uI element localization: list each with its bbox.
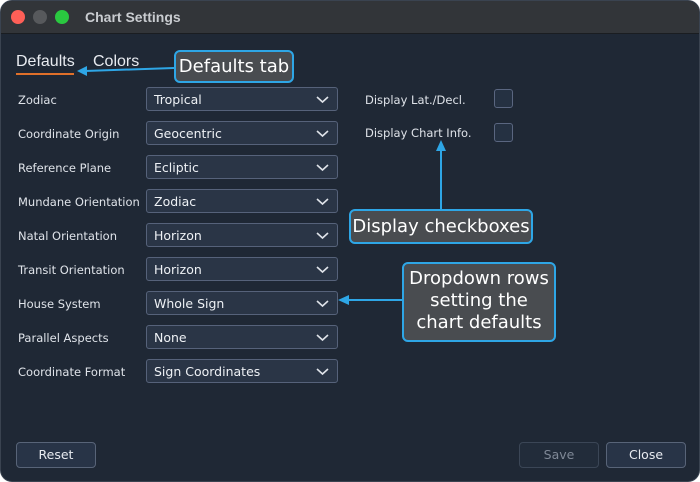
display-lat-decl-label: Display Lat./Decl. (365, 93, 466, 107)
maximize-window-button[interactable] (55, 10, 69, 24)
mundane-orientation-dropdown[interactable]: Zodiac (146, 189, 338, 213)
coordinate-origin-label: Coordinate Origin (18, 127, 120, 141)
reference-plane-label: Reference Plane (18, 161, 112, 175)
close-button[interactable]: Close (606, 442, 686, 468)
title-bar: Chart Settings (1, 1, 699, 34)
chevron-down-icon (316, 300, 329, 308)
natal-orientation-dropdown[interactable]: Horizon (146, 223, 338, 247)
parallel-aspects-value: None (154, 330, 187, 345)
callout-line: setting the (430, 290, 528, 311)
zodiac-label: Zodiac (18, 93, 57, 107)
parallel-aspects-label: Parallel Aspects (18, 331, 109, 345)
save-button[interactable]: Save (519, 442, 599, 468)
chevron-down-icon (316, 96, 329, 104)
zodiac-value: Tropical (154, 92, 202, 107)
mundane-orientation-value: Zodiac (154, 194, 197, 209)
transit-orientation-value: Horizon (154, 262, 202, 277)
parallel-aspects-dropdown[interactable]: None (146, 325, 338, 349)
close-window-button[interactable] (11, 10, 25, 24)
active-tab-indicator (16, 73, 74, 75)
tab-colors[interactable]: Colors (93, 53, 139, 71)
reset-button[interactable]: Reset (16, 442, 96, 468)
house-system-value: Whole Sign (154, 296, 225, 311)
chevron-down-icon (316, 334, 329, 342)
house-system-label: House System (18, 297, 101, 311)
natal-orientation-value: Horizon (154, 228, 202, 243)
coordinate-format-value: Sign Coordinates (154, 364, 261, 379)
display-chart-info-label: Display Chart Info. (365, 126, 472, 140)
coordinate-origin-value: Geocentric (154, 126, 222, 141)
callout-line: Dropdown rows (409, 268, 549, 289)
defaults-tab-callout: Defaults tab (174, 50, 294, 83)
tab-defaults[interactable]: Defaults (16, 53, 75, 71)
window-title: Chart Settings (85, 9, 181, 25)
coordinate-format-label: Coordinate Format (18, 365, 126, 379)
reference-plane-value: Ecliptic (154, 160, 199, 175)
natal-orientation-label: Natal Orientation (18, 229, 117, 243)
zodiac-dropdown[interactable]: Tropical (146, 87, 338, 111)
chevron-down-icon (316, 198, 329, 206)
callout-line: chart defaults (416, 312, 542, 333)
dropdown-rows-callout: Dropdown rows setting the chart defaults (402, 262, 556, 342)
display-chart-info-checkbox[interactable] (494, 123, 513, 142)
coordinate-format-dropdown[interactable]: Sign Coordinates (146, 359, 338, 383)
display-checkboxes-callout: Display checkboxes (349, 209, 533, 244)
minimize-window-button[interactable] (33, 10, 47, 24)
chevron-down-icon (316, 232, 329, 240)
chart-settings-window: Chart Settings Defaults Colors Zodiac Co… (0, 0, 700, 482)
transit-orientation-label: Transit Orientation (18, 263, 125, 277)
reference-plane-dropdown[interactable]: Ecliptic (146, 155, 338, 179)
chevron-down-icon (316, 130, 329, 138)
display-lat-decl-checkbox[interactable] (494, 89, 513, 108)
transit-orientation-dropdown[interactable]: Horizon (146, 257, 338, 281)
mundane-orientation-label: Mundane Orientation (18, 195, 140, 209)
chevron-down-icon (316, 164, 329, 172)
coordinate-origin-dropdown[interactable]: Geocentric (146, 121, 338, 145)
chevron-down-icon (316, 368, 329, 376)
house-system-dropdown[interactable]: Whole Sign (146, 291, 338, 315)
chevron-down-icon (316, 266, 329, 274)
